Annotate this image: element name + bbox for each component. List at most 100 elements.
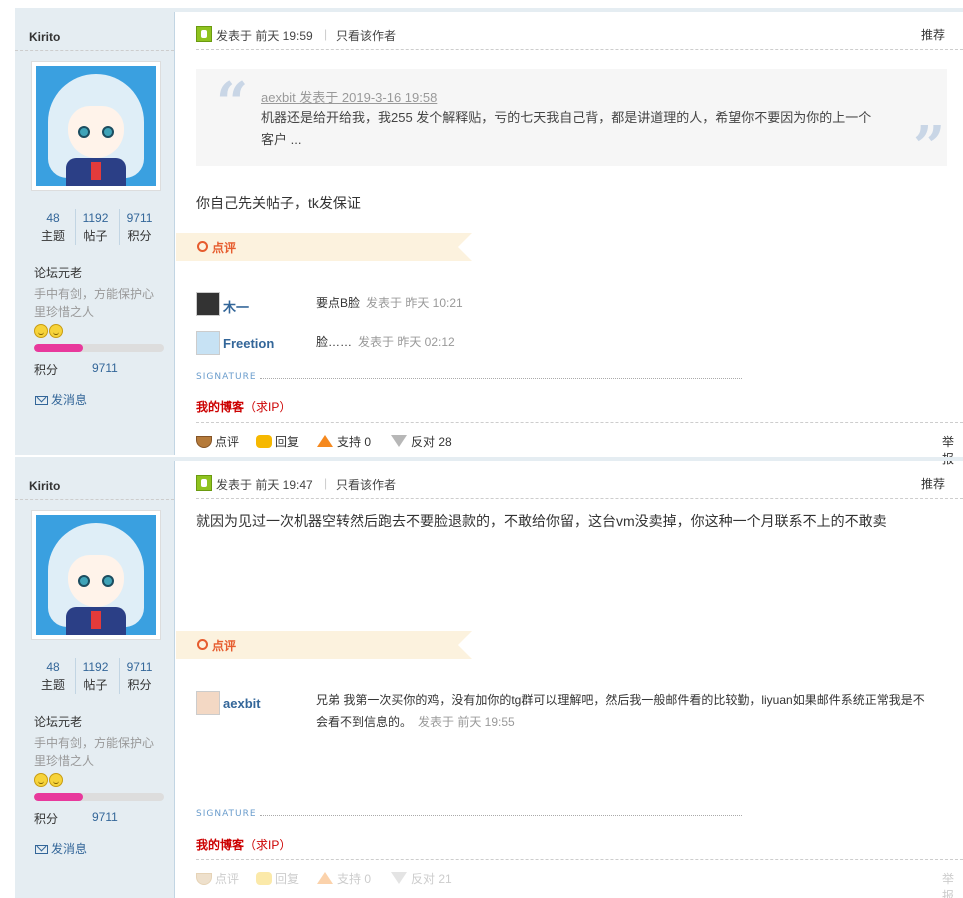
commenter-name[interactable]: aexbit (223, 696, 261, 711)
level-progress-bar (34, 344, 164, 352)
stat-posts-count: 1192 (82, 211, 109, 225)
report-link[interactable]: 举报 (942, 870, 963, 898)
smiley-medal-icon (49, 773, 63, 787)
stat-credits-label: 积分 (127, 229, 152, 243)
comment-text: 要点B脸 发表于 昨天 10:21 (316, 294, 463, 311)
author-name[interactable]: Kirito (29, 479, 60, 493)
stat-credits-count: 9711 (126, 660, 153, 674)
thumb-down-arrow-icon (391, 435, 407, 447)
stat-threads-count: 48 (46, 660, 60, 674)
avatar-image (36, 66, 156, 186)
post-time: 发表于 前天 19:47 (216, 478, 313, 492)
signature-blog-link[interactable]: 我的博客（求IP） (196, 398, 291, 415)
author-name[interactable]: Kirito (29, 30, 60, 44)
quote-open-icon: “ (216, 70, 249, 136)
stat-credits-count: 9711 (126, 211, 153, 225)
commenter-name[interactable]: 木一 (223, 297, 249, 316)
thumb-down-arrow-icon (391, 872, 407, 884)
post-main: 发表于 前天 19:47 | 只看该作者 推荐 就因为见过一次机器空转然后跑去不… (176, 461, 963, 898)
comment-time: 发表于 前天 19:55 (418, 715, 515, 729)
signature-link-text: 我的博客 (196, 838, 245, 852)
post-info: 发表于 前天 19:59 | 只看该作者 (196, 24, 963, 50)
user-group[interactable]: 论坛元老 (34, 713, 82, 730)
post-actions: 点评 回复 支持 0 反对 28 举报 (196, 422, 963, 466)
post-time: 发表于 前天 19:59 (216, 29, 313, 43)
smiley-medal-icon (34, 324, 48, 338)
send-message-link[interactable]: 发消息 (35, 391, 87, 408)
commenter-avatar[interactable] (196, 691, 220, 715)
post-online-icon (196, 475, 212, 491)
comment-circle-icon (197, 639, 208, 650)
separator: | (324, 27, 328, 41)
smiley-medal-icon (49, 324, 63, 338)
score-label: 积分 (34, 363, 59, 377)
commenter-name[interactable]: Freetion (223, 336, 274, 351)
score-label: 积分 (34, 812, 59, 826)
avatar-image (36, 515, 156, 635)
author-sidebar: Kirito 48 主题 1192 帖子 9711 积分 论坛元老 手中有剑，方… (15, 12, 175, 455)
reply-action[interactable]: 回复 (256, 870, 299, 887)
support-action-label: 支持 0 (337, 435, 372, 449)
oppose-action[interactable]: 反对 28 (391, 433, 452, 450)
only-author-link[interactable]: 只看该作者 (336, 27, 396, 44)
author-stats: 48 主题 1192 帖子 9711 积分 (33, 209, 159, 245)
comment-header: 点评 (176, 233, 472, 261)
recommend-link[interactable]: 推荐 (921, 475, 945, 492)
send-message-label: 发消息 (51, 842, 88, 856)
stat-credits[interactable]: 9711 积分 (119, 209, 159, 245)
stat-credits[interactable]: 9711 积分 (119, 658, 159, 694)
comment-header: 点评 (176, 631, 472, 659)
comment-action-label: 点评 (215, 435, 240, 449)
send-message-label: 发消息 (51, 393, 88, 407)
quote-header[interactable]: aexbit 发表于 2019-3-16 19:58 (261, 87, 437, 106)
stat-threads[interactable]: 48 主题 (33, 209, 73, 245)
level-progress-bar (34, 793, 164, 801)
post-info: 发表于 前天 19:47 | 只看该作者 (196, 473, 963, 499)
level-progress-fill (34, 793, 84, 801)
comment-text: 兄弟 我第一次买你的鸡，没有加你的tg群可以理解吧，然后我一般邮件看的比较勤，l… (316, 689, 936, 733)
only-author-link[interactable]: 只看该作者 (336, 476, 396, 493)
support-action[interactable]: 支持 0 (317, 433, 371, 450)
commenter-avatar[interactable] (196, 292, 220, 316)
author-avatar[interactable] (31, 510, 161, 640)
comment-text: 脸…… 发表于 昨天 02:12 (316, 333, 455, 350)
stat-threads-label: 主题 (40, 229, 65, 243)
author-stats: 48 主题 1192 帖子 9711 积分 (33, 658, 159, 694)
thumb-up-arrow-icon (317, 872, 333, 884)
signature-divider: SIGNATURE (196, 372, 742, 384)
separator: | (324, 476, 328, 490)
commenter-avatar[interactable] (196, 331, 220, 355)
stat-credits-label: 积分 (127, 678, 152, 692)
stat-posts[interactable]: 1192 帖子 (75, 658, 115, 694)
support-action-label: 支持 0 (337, 872, 372, 886)
speech-bubble-icon (256, 435, 272, 448)
medals (34, 773, 64, 790)
quote-body: 机器还是给开给我，我255 发个解释贴，亏的七天我自己背，都是讲道理的人，希望你… (261, 110, 872, 147)
signature-blog-link[interactable]: 我的博客（求IP） (196, 836, 291, 853)
thumb-up-arrow-icon (317, 435, 333, 447)
reply-action[interactable]: 回复 (256, 433, 299, 450)
stat-threads[interactable]: 48 主题 (33, 658, 73, 694)
signature-link-sub: （求IP） (244, 838, 292, 852)
oppose-action-label: 反对 28 (411, 435, 452, 449)
comment-action[interactable]: 点评 (196, 433, 239, 450)
signature-link-sub: （求IP） (244, 400, 292, 414)
smiley-medal-icon (34, 773, 48, 787)
comment-action[interactable]: 点评 (196, 870, 239, 887)
recommend-link[interactable]: 推荐 (921, 26, 945, 43)
send-message-link[interactable]: 发消息 (35, 840, 87, 857)
author-avatar[interactable] (31, 61, 161, 191)
post-content: 就因为见过一次机器空转然后跑去不要脸退款的，不敢给你留，这台vm没卖掉，你这种一… (196, 513, 887, 529)
stat-posts[interactable]: 1192 帖子 (75, 209, 115, 245)
custom-title: 手中有剑，方能保护心里珍惜之人 (34, 736, 155, 768)
coffee-cup-icon (196, 436, 212, 448)
custom-title: 手中有剑，方能保护心里珍惜之人 (34, 287, 155, 319)
oppose-action-label: 反对 21 (411, 872, 452, 886)
score-value: 9711 (92, 361, 118, 375)
sidebar-divider (15, 499, 174, 500)
user-group[interactable]: 论坛元老 (34, 264, 82, 281)
oppose-action[interactable]: 反对 21 (391, 870, 452, 887)
comment-header-label: 点评 (212, 241, 237, 255)
support-action[interactable]: 支持 0 (317, 870, 371, 887)
speech-bubble-icon (256, 872, 272, 885)
